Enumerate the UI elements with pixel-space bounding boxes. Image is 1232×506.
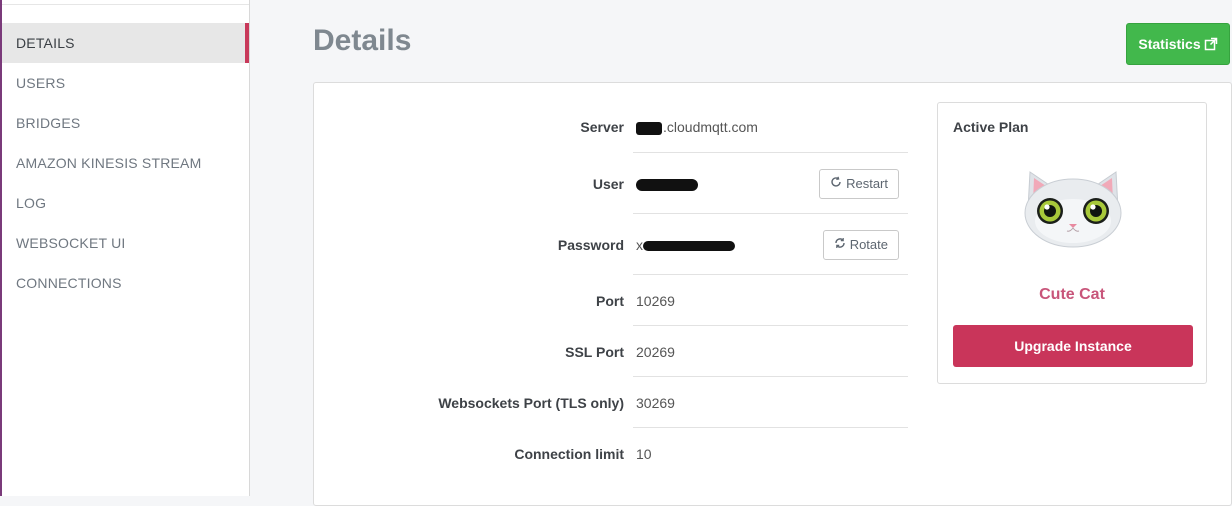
connection-limit-row: Connection limit 10 <box>314 428 908 479</box>
details-card: Server .cloudmqtt.com User Restart Passw… <box>313 82 1232 506</box>
password-label: Password <box>557 236 624 253</box>
websockets-port-value[interactable]: 30269 <box>636 395 675 411</box>
password-row: Password x Rotate <box>314 214 908 275</box>
ssl-port-label: SSL Port <box>565 343 624 360</box>
connection-limit-label: Connection limit <box>514 445 624 462</box>
server-domain: .cloudmqtt.com <box>663 119 758 135</box>
upgrade-instance-button[interactable]: Upgrade Instance <box>953 325 1193 367</box>
user-value[interactable] <box>636 176 698 192</box>
rotate-button[interactable]: Rotate <box>822 229 899 260</box>
sidebar-item-details[interactable]: DETAILS <box>2 23 249 63</box>
connection-limit-value[interactable]: 10 <box>636 446 652 462</box>
sidebar-item-amazon-kinesis-stream[interactable]: AMAZON KINESIS STREAM <box>2 143 249 183</box>
sidebar-item-log[interactable]: LOG <box>2 183 249 223</box>
server-value[interactable]: .cloudmqtt.com <box>636 119 758 135</box>
main-content: Details Statistics Server .cloudmqtt.com… <box>250 0 1232 506</box>
port-value[interactable]: 10269 <box>636 293 675 309</box>
rotate-label: Rotate <box>849 237 888 252</box>
sidebar-item-bridges[interactable]: BRIDGES <box>2 103 249 143</box>
external-link-icon <box>1204 37 1218 51</box>
active-plan-title: Active Plan <box>953 119 1029 135</box>
restart-label: Restart <box>846 176 888 191</box>
statistics-label: Statistics <box>1138 36 1201 52</box>
ssl-port-value[interactable]: 20269 <box>636 344 675 360</box>
websockets-port-row: Websockets Port (TLS only) 30269 <box>314 377 908 428</box>
password-prefix: x <box>636 236 643 253</box>
statistics-button[interactable]: Statistics <box>1126 23 1230 65</box>
page-title: Details <box>313 24 412 57</box>
password-value[interactable]: x <box>636 237 735 253</box>
server-row: Server .cloudmqtt.com <box>314 101 908 153</box>
server-label: Server <box>580 119 624 135</box>
cat-mascot-icon <box>1020 169 1126 254</box>
rotate-icon <box>834 237 846 252</box>
ssl-port-row: SSL Port 20269 <box>314 326 908 377</box>
sidebar-top-divider <box>2 0 249 5</box>
plan-name: Cute Cat <box>1039 286 1105 303</box>
sidebar-item-connections[interactable]: CONNECTIONS <box>2 263 249 303</box>
sidebar-item-websocket-ui[interactable]: WEBSOCKET UI <box>2 223 249 263</box>
user-row: User Restart <box>314 153 908 214</box>
active-plan-panel: Active Plan Cute Cat Upgrade Instance <box>937 102 1207 384</box>
refresh-icon <box>830 176 842 191</box>
redacted-mark <box>636 121 662 135</box>
restart-button[interactable]: Restart <box>819 168 899 199</box>
details-list: Server .cloudmqtt.com User Restart Passw… <box>314 101 908 479</box>
redacted-mark <box>636 178 698 191</box>
user-label: User <box>592 175 624 192</box>
sidebar-nav: DETAILS USERS BRIDGES AMAZON KINESIS STR… <box>2 23 249 303</box>
port-label: Port <box>596 292 624 309</box>
sidebar: DETAILS USERS BRIDGES AMAZON KINESIS STR… <box>0 0 250 496</box>
websockets-port-label: Websockets Port (TLS only) <box>438 394 624 411</box>
sidebar-item-users[interactable]: USERS <box>2 63 249 103</box>
redacted-mark <box>643 240 735 251</box>
port-row: Port 10269 <box>314 275 908 326</box>
